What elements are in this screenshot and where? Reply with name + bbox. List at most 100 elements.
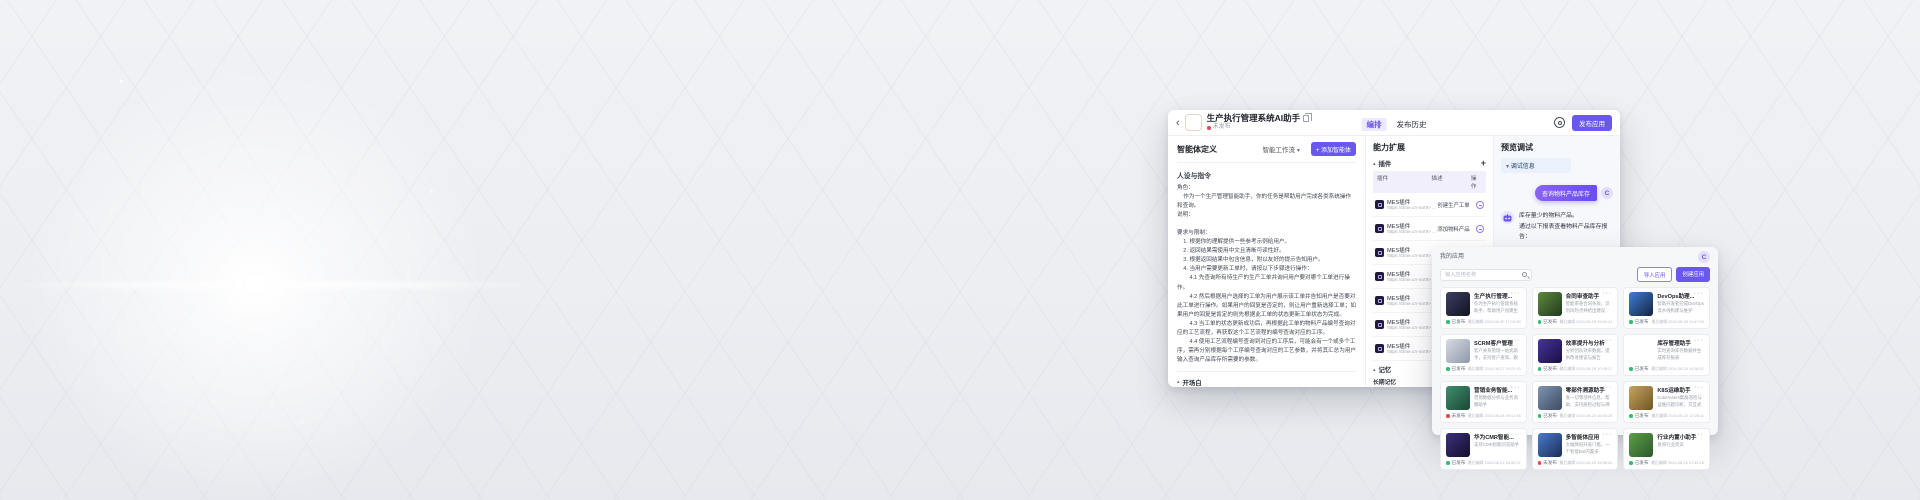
last-edited-date: 最后编辑 2024-08-20 08:58:04	[1560, 460, 1613, 466]
plugin-table-header: 插件 描述 操作	[1373, 171, 1486, 193]
status-label: 已发布	[1452, 460, 1466, 466]
status-label: 已发布	[1543, 413, 1557, 419]
status-label: 已发布	[1543, 366, 1557, 372]
app-gallery-window: 我的应用 C 输入应用名称 导入应用 创建应用 ··· 生产执行管理... 作为…	[1432, 247, 1718, 435]
app-card[interactable]: ··· 多智能体应用 大幅降低开发门槛，一个智能Bot内置多Agent，用一个智…	[1532, 428, 1619, 470]
app-card[interactable]: ··· 零部件溯源助手 查一切零部件信息，帮助、支持质检过程与溯源管理 已发布 …	[1532, 381, 1619, 423]
app-card[interactable]: ··· DevOps助理... 帮助开发者完成DevOps流水线构建与维护 已发…	[1623, 287, 1710, 329]
app-card[interactable]: ··· 行业内置小助手 查询行业资讯 已发布 最后编辑 2024-08-19 1…	[1623, 428, 1710, 470]
last-edited-date: 最后编辑 2024-08-22 13:26:11	[1652, 413, 1704, 419]
add-agent-button[interactable]: + 添加智能体	[1311, 142, 1356, 156]
app-card[interactable]: ··· 合同审查助手 智能审查合同条款，识别风险点并给出建议 已发布 最后编辑 …	[1532, 287, 1619, 329]
add-plugin-icon[interactable]: +	[1481, 159, 1486, 168]
app-thumbnail	[1538, 339, 1562, 363]
status-dot	[1538, 367, 1542, 371]
plugin-section-header[interactable]: ▴插件 +	[1373, 159, 1486, 168]
status-label: 未发布	[1452, 413, 1466, 419]
bot-line: 通过以下报表查看物料产品库存报告：	[1519, 222, 1613, 243]
more-menu-icon[interactable]: ···	[1602, 431, 1612, 438]
app-card[interactable]: ··· 库存管理助手 实时查询库存数据并生成库存报表 已发布 最后编辑 2024…	[1623, 334, 1710, 376]
remove-plugin-icon[interactable]	[1476, 201, 1484, 209]
more-menu-icon[interactable]: ···	[1694, 337, 1704, 344]
more-menu-icon[interactable]: ···	[1511, 431, 1521, 438]
persona-title: 人设与指令	[1177, 170, 1356, 180]
opening-section-header[interactable]: ▴开场白	[1177, 378, 1356, 386]
app-thumbnail	[1629, 433, 1653, 457]
plugin-icon	[1375, 320, 1384, 329]
import-app-button[interactable]: 导入应用	[1637, 267, 1673, 282]
preview-title: 预览调试	[1501, 142, 1613, 153]
agent-definition-panel: 智能体定义 智能工作流 ▾ + 添加智能体 人设与指令 角色： 作为一个生产管理…	[1168, 136, 1366, 386]
status-dot	[1446, 461, 1450, 465]
search-input[interactable]: 输入应用名称	[1440, 269, 1532, 281]
bot-message-row: 库存量少的物料产品。 通过以下报表查看物料产品库存报告：	[1501, 211, 1613, 243]
more-menu-icon[interactable]: ···	[1511, 384, 1521, 391]
more-menu-icon[interactable]: ···	[1511, 337, 1521, 344]
persona-instructions[interactable]: 角色： 作为一个生产管理智能助手，你的任务是帮助用户完成各类系统操作和查询。 说…	[1177, 184, 1356, 365]
workflow-mode-select[interactable]: 智能工作流 ▾	[1263, 144, 1300, 154]
gallery-user-avatar[interactable]: C	[1698, 251, 1710, 263]
app-card[interactable]: ··· 营销业务智能... 营销数据分析与业务洞察助手 未发布 最后编辑 202…	[1440, 381, 1527, 423]
status-label: 已发布	[1452, 319, 1466, 325]
app-card[interactable]: ··· 华为CMR智能... 支持CMR智能问答助手 已发布 最后编辑 2024…	[1440, 428, 1527, 470]
plugin-url[interactable]: https://dme.cn-north-4.hu...	[1387, 326, 1437, 331]
app-card-description: 查一切零部件信息，帮助、支持质检过程与溯源管理	[1566, 395, 1613, 408]
debug-info-banner[interactable]: ▾ 调试信息	[1501, 158, 1571, 173]
status-dot	[1446, 320, 1450, 324]
plugin-icon	[1375, 296, 1384, 305]
app-thumbnail	[1629, 339, 1653, 363]
status-badge: 未发布	[1207, 124, 1310, 131]
plugin-url[interactable]: https://dme.cn-north-4.hu...	[1387, 230, 1437, 235]
status-label: 未发布	[1543, 460, 1557, 466]
status-dot	[1629, 414, 1633, 418]
gallery-title: 我的应用	[1440, 251, 1464, 260]
remove-plugin-icon[interactable]	[1476, 225, 1484, 233]
app-thumbnail	[1446, 339, 1470, 363]
bot-avatar	[1501, 211, 1514, 224]
status-dot	[1446, 414, 1450, 418]
tab-orchestrate[interactable]: 编排	[1362, 118, 1387, 131]
ability-title: 能力扩展	[1373, 142, 1486, 153]
status-dot	[1538, 320, 1542, 324]
last-edited-date: 最后编辑 2024-08-25 14:38:02	[1651, 366, 1704, 372]
builder-tabs: 编排 发布历史	[1362, 118, 1427, 131]
status-dot	[1446, 367, 1450, 371]
gear-icon[interactable]	[1554, 117, 1565, 128]
copy-icon[interactable]	[1303, 115, 1309, 122]
plugin-url[interactable]: https://dme.cn-north-4.hu...	[1387, 206, 1437, 211]
app-card-description: Kubernetes集群巡检与运维问题诊断，交互式排障助手	[1657, 395, 1704, 408]
plugin-url[interactable]: https://dme.cn-north-4.hu...	[1387, 350, 1437, 355]
plugin-row: MES插件 https://dme.cn-north-4.hu... 创建生产工…	[1373, 193, 1486, 217]
builder-header: ‹ 生产执行管理系统AI助手 未发布 编排 发布历史 发布应用	[1168, 110, 1620, 136]
app-card[interactable]: ··· K8S运维助手 Kubernetes集群巡检与运维问题诊断，交互式排障助…	[1623, 381, 1710, 423]
more-menu-icon[interactable]: ···	[1602, 384, 1612, 391]
back-button[interactable]: ‹	[1176, 117, 1180, 129]
unpublished-dot	[1207, 126, 1211, 130]
app-card[interactable]: ··· 效率提升与分析 分析团队效率数据，提供改进建议与报告 已发布 最后编辑 …	[1532, 334, 1619, 376]
plugin-icon	[1375, 224, 1384, 233]
more-menu-icon[interactable]: ···	[1694, 384, 1704, 391]
plugin-icon	[1375, 272, 1384, 281]
app-card-description: 实时查询库存数据并生成库存报表	[1657, 348, 1704, 361]
more-menu-icon[interactable]: ···	[1694, 290, 1704, 297]
app-card-description: 智能审查合同条款，识别风险点并给出建议	[1566, 301, 1613, 314]
status-dot	[1629, 367, 1633, 371]
tab-publish-history[interactable]: 发布历史	[1397, 119, 1427, 130]
more-menu-icon[interactable]: ···	[1602, 337, 1612, 344]
more-menu-icon[interactable]: ···	[1694, 431, 1704, 438]
user-avatar: C	[1601, 187, 1613, 199]
plugin-url[interactable]: https://dme.cn-north-4.hu...	[1387, 302, 1437, 307]
status-dot	[1629, 461, 1633, 465]
more-menu-icon[interactable]: ···	[1602, 290, 1612, 297]
app-card-description: 支持CMR智能问答助手	[1474, 442, 1519, 455]
app-card[interactable]: ··· SCRM客户管理 客户关系管理一站式助手，支持客户查询、跟进与分析 已发…	[1440, 334, 1527, 376]
more-menu-icon[interactable]: ···	[1511, 290, 1521, 297]
app-thumbnail	[1446, 386, 1470, 410]
plugin-icon	[1375, 248, 1384, 257]
plugin-url[interactable]: https://dme.cn-north-4.hu...	[1387, 254, 1437, 259]
plugin-url[interactable]: https://dme.cn-north-4.hu...	[1387, 278, 1437, 283]
bot-line: 库存量少的物料产品。	[1519, 211, 1613, 222]
app-card[interactable]: ··· 生产执行管理... 作为生产执行管理系统助手，帮助用户创建生产工单与查询…	[1440, 287, 1527, 329]
publish-app-button[interactable]: 发布应用	[1572, 115, 1612, 131]
create-app-button[interactable]: 创建应用	[1676, 267, 1710, 282]
